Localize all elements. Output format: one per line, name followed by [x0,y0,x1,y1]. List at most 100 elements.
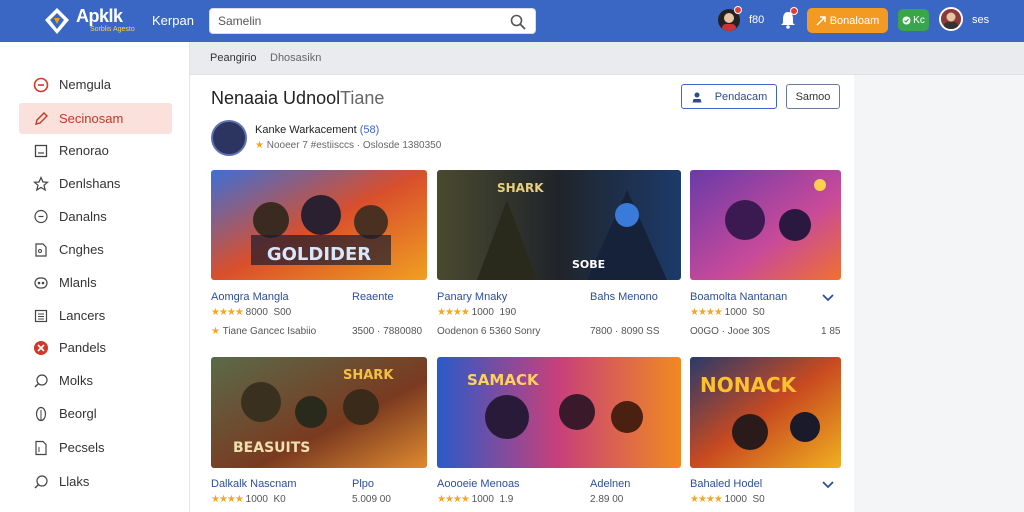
sidebar-item-label: Secinosam [59,111,124,126]
search-icon [33,474,49,490]
game-meta-secondary: 1 85 [821,326,841,337]
game-rating: ★★★★ 1000 S0 [690,307,765,318]
sidebar-item-label: Llaks [59,474,90,489]
developer-name[interactable]: Kanke Warkacement (58) [255,124,379,136]
game-title[interactable]: Panary Mnaky [437,291,507,303]
notification-badge [734,6,742,14]
user-icon [692,92,702,102]
game-tag[interactable]: Adelnen [590,478,630,490]
pencil-icon [33,111,49,127]
game-card-image[interactable]: SAMACK [437,357,681,468]
secondary-action-label: Kc [913,14,925,26]
svg-text:SOBE: SOBE [572,258,605,271]
game-meta: 5.009 00 [352,494,391,505]
search-box[interactable] [209,8,536,34]
search-icon [33,373,49,389]
user-avatar[interactable] [939,7,963,31]
link-icon [33,275,49,291]
developer-name-text: Kanke Warkacement [255,124,357,136]
game-tag[interactable]: Plpo [352,478,374,490]
game-card-image[interactable]: SHARK SOBE [437,170,681,280]
sidebar-item-11[interactable]: Beorgl [19,398,172,429]
developer-count: (58) [359,124,380,136]
game-artwork-icon: GOLDIDER [211,170,427,280]
user-face-icon [941,9,961,29]
app-logo-icon[interactable] [42,6,72,36]
developer-avatar[interactable] [211,120,247,156]
chat-icon [33,209,49,225]
star-rating-icon: ★★★★ [211,307,244,318]
bell-badge [790,7,798,15]
star-rating-icon: ★★★★ [690,494,723,505]
sidebar-item-13[interactable]: Llaks [19,466,172,497]
sidebar-item-8[interactable]: Lancers [19,300,172,331]
user-menu-label[interactable]: ses [972,14,989,26]
sidebar-item-label: Beorgl [59,406,97,421]
search-input[interactable] [218,14,498,28]
square-icon [33,143,49,159]
game-card-image[interactable]: NONACK [690,357,841,468]
star-rating-icon: ★★★★ [211,494,244,505]
game-title[interactable]: Bahaled Hodel [690,478,762,490]
game-title[interactable]: Aoooeie Menoas [437,478,520,490]
breadcrumb-second[interactable]: Dhosasikn [270,52,321,64]
game-rating: ★★★★ 8000 S00 [211,307,291,318]
game-card-image[interactable] [690,170,841,280]
star-icon: ★ [211,326,220,337]
rating-value: 1000 [471,307,494,318]
chevron-down-icon[interactable] [821,480,835,490]
sidebar-item-label: Nemgula [59,77,112,92]
sidebar-item-12[interactable]: Pecsels [19,432,172,463]
game-card-image[interactable]: SHARK BEASUITS [211,357,427,468]
game-title[interactable]: Aomgra Mangla [211,291,289,303]
game-title[interactable]: Dalkalk Nascnam [211,478,297,490]
arrow-icon [816,15,826,26]
sidebar-item-4[interactable]: Denlshans [19,168,172,199]
tag-icon [33,242,49,258]
game-title[interactable]: Boamolta Nantanan [690,291,787,303]
sidebar-item-label: Renorao [59,143,109,158]
game-tag[interactable]: Reaente [352,291,394,303]
sidebar-item-2-active[interactable]: Secinosam [19,103,172,134]
breadcrumb-first[interactable]: Peangirio [210,52,256,64]
sidebar-item-7[interactable]: Mlanls [19,267,172,298]
secondary-button[interactable]: Samoo [786,84,840,109]
primary-action-label: Bonaloam [829,14,880,27]
sidebar-item-10[interactable]: Molks [19,365,172,396]
rating-count: S0 [752,307,765,318]
sidebar-item-1[interactable]: Nemgula [19,69,172,100]
game-meta: 2.89 00 [590,494,624,505]
install-button[interactable]: Pendacam [681,84,777,109]
chevron-down-icon[interactable] [821,293,835,303]
doc-icon [33,440,49,456]
x-circle-icon [33,340,49,356]
sidebar-item-3[interactable]: Renorao [19,135,172,166]
secondary-action-button[interactable]: Kc [898,9,929,31]
game-meta: O0GO · Jooe 30S [690,326,771,337]
game-artwork-icon: SAMACK [437,357,681,468]
game-meta-secondary: 3500 · 7880080 [352,326,423,337]
rating-count: K0 [273,494,286,505]
page-title: Nenaaia Udnool [211,88,341,108]
sidebar-item-5[interactable]: Danalns [19,201,172,232]
sidebar-item-9[interactable]: Pandels [19,332,172,363]
sidebar-item-label: Denlshans [59,176,121,191]
star-rating-icon: ★★★★ [437,494,470,505]
game-rating: ★★★★ 1000 S0 [690,494,765,505]
star-icon [33,175,49,192]
sidebar-item-6[interactable]: Cnghes [19,234,172,265]
rating-count: 1.9 [499,494,514,505]
game-rating: ★★★★ 1000 K0 [211,494,286,505]
primary-action-button[interactable]: Bonaloam [807,8,888,33]
brand-name[interactable]: Apklk [76,7,123,25]
game-artwork-icon: NONACK [690,357,841,468]
game-tag[interactable]: Bahs Menono [590,291,658,303]
developer-meta-text: Nooeer 7 #estiisccs · Oslosde 1380350 [266,140,442,151]
search-icon[interactable] [509,13,527,31]
game-card-image[interactable]: GOLDIDER [211,170,427,280]
game-artwork-icon [690,170,841,280]
nav-link[interactable]: Kerpan [152,13,194,28]
leaf-icon [33,406,49,422]
breadcrumb: Peangirio Dhosasikn [190,42,1024,75]
sidebar-item-label: Pecsels [59,440,105,455]
